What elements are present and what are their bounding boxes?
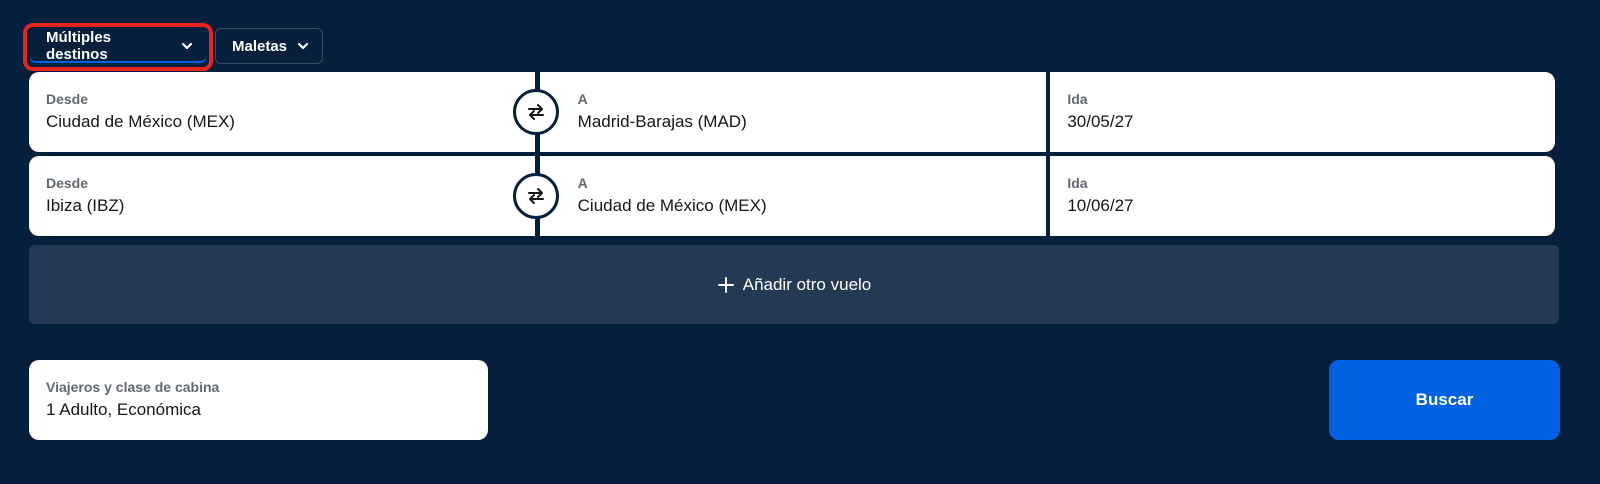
flight-leg-2: Desde Ibiza (IBZ) A Ciudad de México (ME…: [29, 156, 1555, 236]
swap-arrows-icon: [525, 101, 547, 123]
destination-value: Madrid-Barajas (MAD): [577, 112, 747, 131]
departure-date-label: Ida: [1067, 91, 1088, 107]
bags-label: Maletas: [232, 37, 288, 55]
chevron-down-icon: [180, 39, 194, 53]
trip-type-wrapper: Múltiples destinos: [23, 23, 213, 71]
travellers-cabin-field[interactable]: Viajeros y clase de cabina 1 Adulto, Eco…: [29, 360, 488, 440]
departure-date-field[interactable]: Ida 10/06/27: [1050, 156, 1555, 236]
chevron-down-icon: [296, 39, 310, 53]
search-button-label: Buscar: [1415, 390, 1474, 409]
trip-type-label: Múltiples destinos: [46, 29, 112, 63]
origin-value: Ibiza (IBZ): [46, 196, 125, 215]
add-flight-button[interactable]: Añadir otro vuelo: [29, 245, 1559, 324]
travellers-value: 1 Adulto, Económica: [46, 400, 201, 419]
add-flight-label: Añadir otro vuelo: [742, 274, 872, 294]
origin-label: Desde: [46, 91, 89, 107]
flight-leg-1: Desde Ciudad de México (MEX) A Madrid-Ba…: [29, 72, 1555, 152]
origin-field[interactable]: Desde Ciudad de México (MEX): [29, 72, 535, 152]
search-button[interactable]: Buscar: [1329, 360, 1560, 440]
travellers-label: Viajeros y clase de cabina: [46, 379, 220, 395]
destination-field[interactable]: A Ciudad de México (MEX): [539, 156, 1047, 236]
origin-field[interactable]: Desde Ibiza (IBZ): [29, 156, 535, 236]
swap-button[interactable]: [513, 89, 559, 135]
destination-label: A: [577, 91, 588, 107]
departure-date-value: 30/05/27: [1067, 112, 1134, 131]
departure-date-field[interactable]: Ida 30/05/27: [1050, 72, 1555, 152]
departure-date-label: Ida: [1067, 175, 1088, 191]
destination-label: A: [577, 175, 588, 191]
bags-dropdown[interactable]: Maletas: [215, 28, 324, 64]
origin-value: Ciudad de México (MEX): [46, 112, 235, 131]
swap-arrows-icon: [525, 185, 547, 207]
departure-date-value: 10/06/27: [1067, 196, 1134, 215]
swap-button[interactable]: [513, 173, 559, 219]
destination-field[interactable]: A Madrid-Barajas (MAD): [539, 72, 1047, 152]
search-options-bar: Múltiples destinos Maletas: [23, 23, 324, 71]
origin-label: Desde: [46, 175, 89, 191]
trip-type-dropdown[interactable]: Múltiples destinos: [29, 28, 207, 64]
plus-icon: [717, 276, 735, 294]
destination-value: Ciudad de México (MEX): [577, 196, 767, 215]
